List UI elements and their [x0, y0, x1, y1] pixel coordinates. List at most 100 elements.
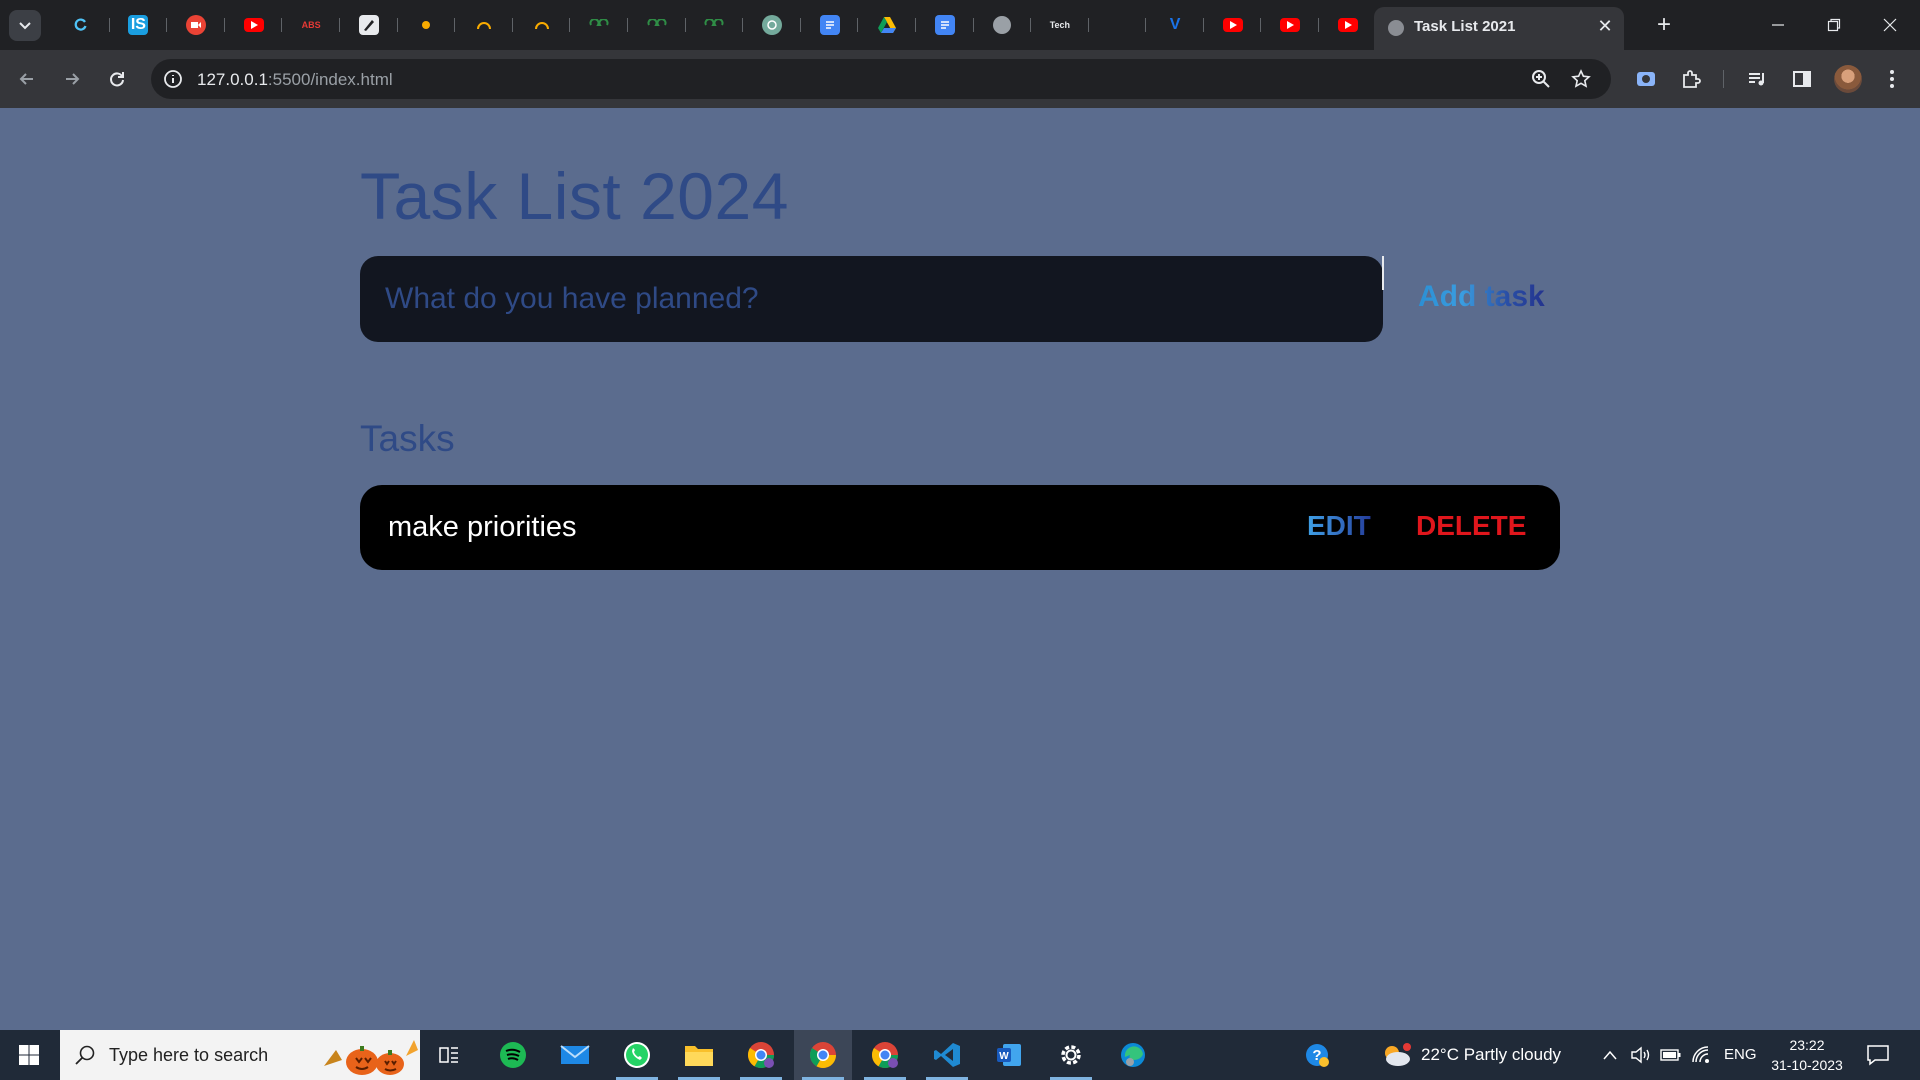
word-taskbar-button[interactable]: W — [980, 1030, 1038, 1080]
battery-icon[interactable] — [1660, 1047, 1682, 1063]
restore-button[interactable] — [1806, 0, 1862, 50]
pinned-tab[interactable] — [916, 6, 974, 44]
pinned-tab[interactable]: V — [1146, 6, 1204, 44]
blank-icon — [1107, 15, 1127, 35]
clock[interactable]: 23:22 31-10-2023 — [1765, 1035, 1849, 1075]
spotify-icon — [499, 1041, 527, 1069]
youtube-icon — [1280, 18, 1301, 32]
pinned-tab[interactable]: ABS — [282, 6, 340, 44]
tab-task-list[interactable]: Task List 2021 ✕ — [1374, 7, 1624, 50]
extensions-icon[interactable] — [1679, 67, 1703, 91]
whatsapp-taskbar-button[interactable] — [608, 1030, 666, 1080]
chatgpt-icon — [761, 15, 782, 35]
chrome-taskbar-button[interactable] — [794, 1030, 852, 1080]
info-icon[interactable] — [163, 69, 183, 89]
new-tab-button[interactable]: + — [1651, 11, 1677, 38]
globe-icon — [993, 16, 1012, 34]
pen-app-icon — [358, 15, 379, 35]
kebab-menu-icon[interactable] — [1880, 67, 1904, 91]
spotify-taskbar-button[interactable] — [484, 1030, 542, 1080]
weather-text[interactable]: 22°C Partly cloudy — [1421, 1045, 1561, 1065]
dot-app-icon — [416, 15, 436, 35]
close-window-button[interactable] — [1862, 0, 1918, 50]
pinned-tab[interactable] — [743, 6, 801, 44]
edge-icon — [1119, 1041, 1147, 1069]
browser-toolbar: 127.0.0.1:5500/index.html — [0, 50, 1920, 108]
language-indicator[interactable]: ENG — [1724, 1046, 1757, 1063]
tab-search-button[interactable] — [9, 10, 41, 41]
pinned-tab[interactable] — [225, 6, 283, 44]
reload-button[interactable] — [102, 64, 132, 94]
edit-button[interactable]: EDIT — [1307, 510, 1371, 542]
video-app-icon — [185, 15, 206, 35]
pinned-tab[interactable] — [340, 6, 398, 44]
pinned-tab[interactable] — [1261, 6, 1319, 44]
pinned-tab[interactable]: IS — [110, 6, 168, 44]
weather-icon[interactable] — [1380, 1042, 1412, 1068]
arrow-right-icon — [66, 73, 80, 85]
delete-button[interactable]: DELETE — [1416, 510, 1526, 542]
screenshot-extension-icon[interactable] — [1634, 67, 1658, 91]
chrome-profile-taskbar-button[interactable] — [856, 1030, 914, 1080]
youtube-icon — [243, 18, 264, 32]
pinned-tab[interactable] — [974, 6, 1032, 44]
pinned-tab[interactable] — [1204, 6, 1262, 44]
mail-taskbar-button[interactable] — [546, 1030, 604, 1080]
chrome-profile-icon — [746, 1040, 776, 1070]
pinned-tab[interactable] — [52, 6, 110, 44]
is-app-icon: IS — [128, 15, 149, 35]
zoom-icon[interactable] — [1531, 69, 1551, 89]
file-explorer-taskbar-button[interactable] — [670, 1030, 728, 1080]
pinned-tab[interactable] — [167, 6, 225, 44]
pinned-tab[interactable] — [1089, 6, 1147, 44]
toolbar-divider — [1723, 70, 1724, 88]
back-button[interactable] — [12, 64, 42, 94]
star-icon[interactable] — [1571, 69, 1591, 89]
pinned-tab[interactable] — [398, 6, 456, 44]
pinned-tab[interactable] — [858, 6, 916, 44]
windows-icon — [19, 1045, 39, 1065]
svg-text:W: W — [999, 1051, 1009, 1062]
speaker-icon[interactable] — [1630, 1045, 1652, 1065]
vscode-taskbar-button[interactable] — [918, 1030, 976, 1080]
help-icon[interactable]: ? — [1288, 1030, 1346, 1080]
edge-taskbar-button[interactable] — [1104, 1030, 1162, 1080]
close-icon[interactable]: ✕ — [1594, 15, 1616, 37]
pinned-tab[interactable] — [628, 6, 686, 44]
tab-strip: IS ABS Tech V Task List 2021 ✕ + — [0, 0, 1920, 50]
chrome-icon — [808, 1040, 838, 1070]
arrow-left-icon — [19, 73, 33, 85]
page-title: Task List 2024 — [360, 159, 789, 233]
task-view-taskbar-button[interactable] — [420, 1030, 478, 1080]
profile-avatar[interactable] — [1834, 65, 1862, 93]
pinned-tab[interactable] — [455, 6, 513, 44]
tasks-heading: Tasks — [360, 418, 455, 459]
pinned-tab[interactable] — [686, 6, 744, 44]
abs-app-icon: ABS — [301, 20, 321, 30]
start-button[interactable] — [0, 1030, 58, 1080]
tech-app-icon: Tech — [1049, 20, 1071, 30]
refresh-app-icon — [71, 15, 91, 35]
task-view-icon — [438, 1045, 460, 1065]
minimize-button[interactable] — [1750, 0, 1806, 50]
mail-icon — [560, 1044, 590, 1066]
notification-icon[interactable] — [1866, 1044, 1890, 1066]
task-input[interactable] — [360, 256, 1383, 342]
chevron-up-icon[interactable] — [1602, 1049, 1618, 1061]
forward-button[interactable] — [57, 64, 87, 94]
pinned-tab[interactable] — [801, 6, 859, 44]
add-task-button[interactable]: Add task — [1418, 280, 1545, 314]
chevron-down-icon — [19, 21, 31, 29]
youtube-icon — [1222, 18, 1243, 32]
whatsapp-icon — [622, 1040, 652, 1070]
wifi-icon[interactable] — [1690, 1044, 1712, 1066]
pinned-tab[interactable] — [570, 6, 628, 44]
settings-taskbar-button[interactable] — [1042, 1030, 1100, 1080]
media-control-icon[interactable] — [1745, 67, 1769, 91]
side-panel-icon[interactable] — [1790, 67, 1814, 91]
pinned-tab[interactable] — [513, 6, 571, 44]
pinned-tab[interactable] — [1319, 6, 1377, 44]
address-bar[interactable]: 127.0.0.1:5500/index.html — [151, 59, 1611, 99]
chrome-profile-taskbar-button[interactable] — [732, 1030, 790, 1080]
pinned-tab[interactable]: Tech — [1031, 6, 1089, 44]
